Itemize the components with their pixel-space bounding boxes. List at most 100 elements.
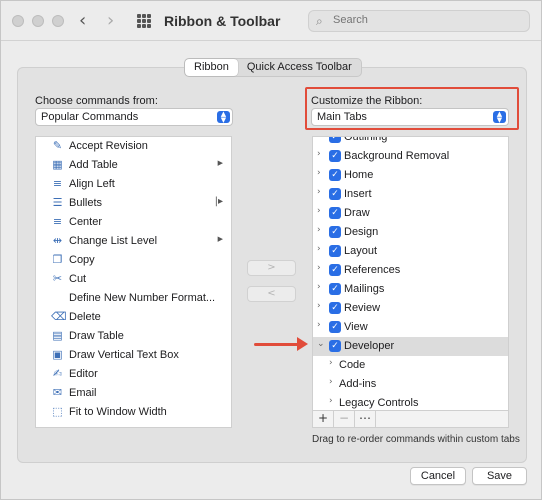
window-title: Ribbon & Toolbar — [164, 13, 281, 29]
remove-command-button[interactable]: < — [247, 286, 296, 302]
command-item[interactable]: ⌫ Delete — [36, 308, 231, 327]
command-item[interactable]: ≡ Align Left — [36, 175, 231, 194]
tab-checkbox[interactable]: ✓ — [329, 137, 341, 143]
split-menu-icon[interactable]: |▸ — [215, 196, 223, 207]
chevron-right-icon[interactable]: › — [317, 225, 321, 235]
tab-label: Home — [344, 169, 374, 181]
add-tab-button[interactable]: + — [313, 411, 334, 427]
command-item[interactable]: ⇹ Change List Level ▶ — [36, 232, 231, 251]
tab-checkbox[interactable]: ✓ — [329, 283, 341, 295]
annotation-arrow-head — [297, 337, 308, 351]
commands-source-select[interactable]: Popular Commands ▲ ▼ — [35, 108, 233, 126]
choose-commands-label: Choose commands from: — [35, 95, 158, 107]
tab-checkbox[interactable]: ✓ — [329, 245, 341, 257]
command-label: Cut — [69, 273, 87, 285]
ribbon-tabs-list[interactable]: ›✓Outlining›✓Background Removal›✓Home›✓I… — [312, 136, 509, 411]
ribbon-group-item[interactable]: › Legacy Controls — [313, 394, 508, 410]
command-item[interactable]: ▦ Add Table ▶ — [36, 156, 231, 175]
list-level-icon: ⇹ — [52, 234, 63, 247]
bullets-icon: ☰ — [52, 196, 63, 209]
chevron-right-icon[interactable]: › — [329, 377, 333, 387]
ribbon-tab-item[interactable]: › ✓ Layout — [313, 242, 508, 261]
remove-tab-button[interactable]: − — [334, 411, 355, 427]
tab-checkbox[interactable]: ✓ — [329, 169, 341, 181]
chevron-down-icon[interactable]: ⌄ — [317, 339, 325, 349]
command-item[interactable]: ≡ Center — [36, 213, 231, 232]
command-item[interactable]: ☰ Bullets |▸ — [36, 194, 231, 213]
tab-checkbox[interactable]: ✓ — [329, 264, 341, 276]
chevron-right-icon[interactable]: › — [317, 137, 321, 140]
chevron-right-icon[interactable]: › — [317, 168, 321, 178]
search-field[interactable]: ⌕ — [308, 10, 530, 32]
delete-icon: ⌫ — [51, 310, 67, 323]
ribbon-tab-item[interactable]: › ✓ Home — [313, 166, 508, 185]
chevron-right-icon[interactable]: › — [317, 206, 321, 216]
tab-checkbox[interactable]: ✓ — [329, 150, 341, 162]
more-options-icon[interactable]: ⋯ — [355, 411, 376, 427]
ribbon-tab-item[interactable]: › ✓ Mailings — [313, 280, 508, 299]
command-item[interactable]: ▤ Draw Table — [36, 327, 231, 346]
command-label: Align Left — [69, 178, 115, 190]
search-input[interactable] — [333, 14, 523, 26]
ribbon-tab-item[interactable]: › ✓ References — [313, 261, 508, 280]
chevron-right-icon[interactable]: › — [317, 263, 321, 273]
tab-label: Background Removal — [344, 150, 450, 162]
ribbon-tab-item[interactable]: › ✓ Background Removal — [313, 147, 508, 166]
ribbon-tab-item[interactable]: › ✓ View — [313, 318, 508, 337]
minimize-window-button[interactable] — [32, 15, 44, 27]
command-item[interactable]: Define New Number Format... — [36, 289, 231, 308]
chevron-right-icon[interactable]: › — [317, 282, 321, 292]
forward-arrow-icon[interactable]: › — [107, 10, 114, 31]
chevron-right-icon[interactable]: › — [317, 244, 321, 254]
command-item[interactable]: ⬚ Fit to Window Width — [36, 403, 231, 422]
tab-checkbox[interactable]: ✓ — [329, 226, 341, 238]
tab-checkbox[interactable]: ✓ — [329, 340, 341, 352]
tab-checkbox[interactable]: ✓ — [329, 302, 341, 314]
command-label: Bullets — [69, 197, 103, 209]
show-all-grid-icon[interactable] — [137, 14, 151, 28]
command-item[interactable]: ▣ Draw Vertical Text Box — [36, 346, 231, 365]
close-window-button[interactable] — [12, 15, 24, 27]
tab-ribbon[interactable]: Ribbon — [185, 59, 238, 76]
chevron-right-icon[interactable]: › — [317, 149, 321, 159]
ribbon-tab-item[interactable]: › ✓ Review — [313, 299, 508, 318]
tab-quick-access-toolbar[interactable]: Quick Access Toolbar — [238, 59, 361, 76]
save-button[interactable]: Save — [472, 467, 527, 485]
back-arrow-icon[interactable]: ‹ — [79, 10, 86, 31]
command-item[interactable]: ✎ Accept Revision — [36, 137, 231, 156]
ribbon-tab-item[interactable]: ⌄ ✓ Developer — [313, 337, 508, 356]
chevron-right-icon[interactable]: › — [317, 301, 321, 311]
ribbon-tab-item[interactable]: › ✓ Insert — [313, 185, 508, 204]
cancel-button[interactable]: Cancel — [410, 467, 466, 485]
add-command-button[interactable]: > — [247, 260, 296, 276]
ribbon-group-item[interactable]: › Add-ins — [313, 375, 508, 394]
zoom-window-button[interactable] — [52, 15, 64, 27]
commands-list[interactable]: ✎ Accept Revision ▦ Add Table ▶ ≡ Align Left ☰ B… — [35, 136, 232, 428]
tab-checkbox[interactable]: ✓ — [329, 207, 341, 219]
command-label: Accept Revision — [69, 140, 148, 152]
email-icon: ✉ — [52, 386, 63, 399]
command-label: Define New Number Format... — [69, 292, 216, 304]
chevron-right-icon[interactable]: › — [317, 187, 321, 197]
chevron-right-icon[interactable]: › — [317, 320, 321, 330]
chevron-right-icon[interactable]: › — [329, 358, 333, 368]
copy-icon: ❐ — [52, 253, 63, 266]
table-icon: ▦ — [52, 158, 63, 171]
command-item[interactable]: ✂ Cut — [36, 270, 231, 289]
ribbon-tab-item[interactable]: › ✓ Draw — [313, 204, 508, 223]
tab-label: Developer — [344, 340, 395, 352]
ribbon-group-item[interactable]: › Code — [313, 356, 508, 375]
command-item[interactable]: ❐ Copy — [36, 251, 231, 270]
tab-checkbox[interactable]: ✓ — [329, 321, 341, 333]
ribbon-tab-item[interactable]: › ✓Outlining — [313, 137, 508, 147]
command-label: Change List Level — [69, 235, 158, 247]
commands-source-value: Popular Commands — [41, 111, 139, 123]
chevron-right-icon[interactable]: › — [329, 396, 333, 406]
command-item[interactable]: ✉ Email — [36, 384, 231, 403]
command-label: Delete — [69, 311, 101, 323]
tab-label: Review — [344, 302, 381, 314]
ribbon-tab-item[interactable]: › ✓ Design — [313, 223, 508, 242]
tab-checkbox[interactable]: ✓ — [329, 188, 341, 200]
command-label: Fit to Window Width — [69, 406, 167, 418]
command-item[interactable]: ✍ Editor — [36, 365, 231, 384]
